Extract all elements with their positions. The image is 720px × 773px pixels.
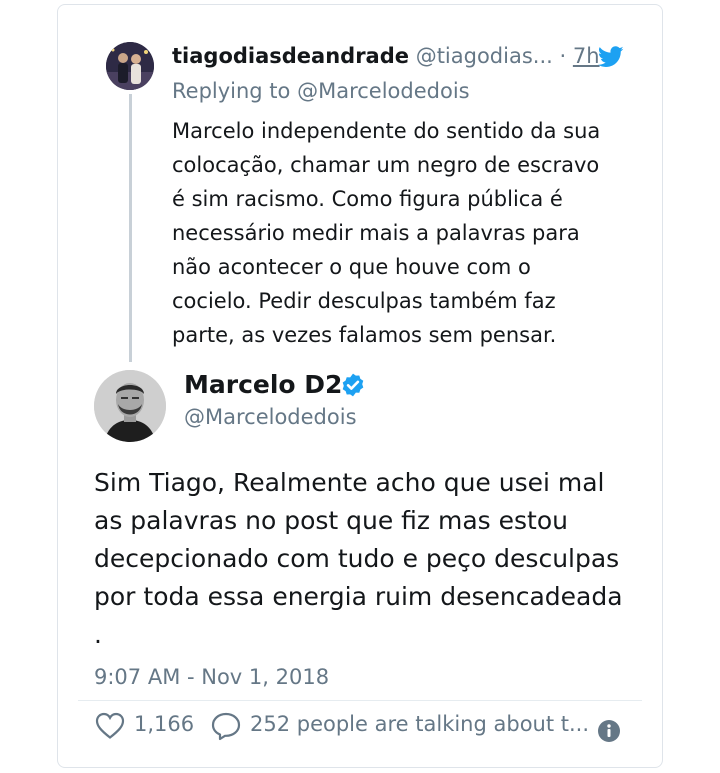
reply-tweet-time[interactable]: 7h bbox=[573, 44, 600, 68]
reply-text-line: cocielo. Pedir desculpas também faz bbox=[172, 289, 556, 313]
main-text-line: . bbox=[94, 620, 102, 649]
replying-to-handle[interactable]: @Marcelodedois bbox=[297, 79, 470, 103]
comment-icon[interactable] bbox=[210, 711, 242, 741]
reply-text-line: parte, as vezes falamos sem pensar. bbox=[172, 323, 557, 347]
verified-badge-icon bbox=[342, 373, 364, 397]
main-text-line: Sim Tiago, Realmente acho que usei mal bbox=[94, 468, 605, 497]
reply-text-line: Marcelo independente do sentido da sua bbox=[172, 119, 601, 143]
main-author-avatar[interactable] bbox=[94, 370, 166, 442]
twitter-bird-icon[interactable] bbox=[598, 46, 624, 68]
heart-icon[interactable] bbox=[95, 712, 125, 740]
thread-connector-line bbox=[129, 94, 132, 362]
reply-author-name[interactable]: tiagodiasdeandrade bbox=[172, 44, 409, 68]
reply-tweet-text: Marcelo independente do sentido da sua c… bbox=[172, 114, 622, 352]
replying-to-prefix: Replying to bbox=[172, 79, 298, 103]
main-text-line: as palavras no post que fiz mas estou bbox=[94, 506, 568, 535]
main-tweet-text: Sim Tiago, Realmente acho que usei mal a… bbox=[94, 464, 634, 654]
main-author-handle[interactable]: @Marcelodedois bbox=[184, 405, 357, 429]
main-text-line: por toda essa energia ruim desencadeada bbox=[94, 582, 623, 611]
reply-text-line: é sim racismo. Como figura pública é bbox=[172, 187, 563, 211]
reply-author-avatar[interactable] bbox=[106, 42, 154, 90]
divider bbox=[78, 700, 642, 701]
replying-to-line: Replying to @Marcelodedois bbox=[172, 79, 470, 103]
reply-text-line: necessário medir mais a palavras para bbox=[172, 221, 580, 245]
reply-text-line: colocação, chamar um negro de escravo bbox=[172, 153, 600, 177]
reply-author-handle[interactable]: @tiagodias... bbox=[416, 44, 553, 68]
main-author-name[interactable]: Marcelo D2 bbox=[184, 370, 342, 399]
reply-text-line: não acontecer o que houve com o bbox=[172, 255, 531, 279]
like-count[interactable]: 1,166 bbox=[134, 712, 194, 736]
info-icon[interactable] bbox=[597, 719, 621, 743]
header-separator: · bbox=[559, 44, 567, 68]
tweet-timestamp[interactable]: 9:07 AM - Nov 1, 2018 bbox=[94, 665, 329, 689]
reply-tweet-header: tiagodiasdeandrade @tiagodias... · 7h bbox=[172, 44, 632, 74]
conversation-count-link[interactable]: 252 people are talking about t... bbox=[250, 712, 592, 736]
main-text-line: decepcionado com tudo e peço desculpas bbox=[94, 544, 620, 573]
